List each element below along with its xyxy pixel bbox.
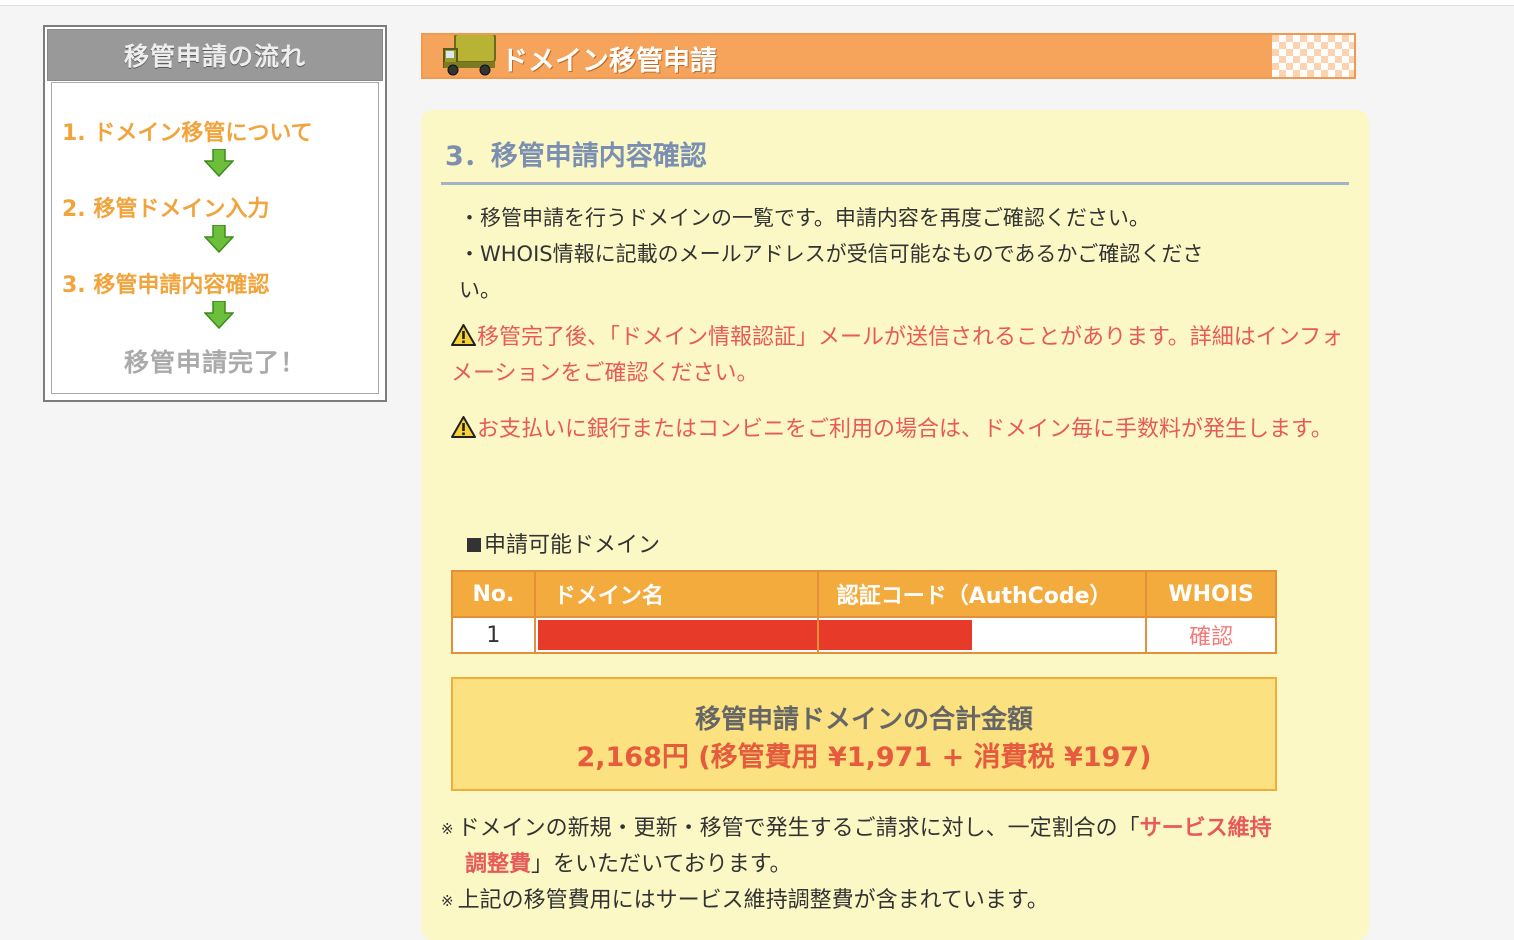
- total-box: 移管申請ドメインの合計金額 2,168円 (移管費用 ¥1,971 + 消費税 …: [451, 677, 1277, 791]
- domain-table: No. ドメイン名 認証コード（AuthCode） WHOIS 1 確認: [451, 570, 1277, 654]
- warning-icon: [451, 324, 476, 346]
- main-panel: 3．移管申請内容確認 ・移管申請を行うドメインの一覧です。申請内容を再度ご確認く…: [421, 110, 1369, 940]
- arrow-down-icon: [204, 149, 234, 177]
- total-amount: 2,168円 (移管費用 ¥1,971 + 消費税 ¥197): [576, 742, 1152, 773]
- note-line: ・移管申請を行うドメインの一覧です。申請内容を再度ご確認ください。: [459, 206, 1150, 230]
- service-fee-link[interactable]: 調整費: [465, 852, 531, 877]
- flow-step-2: 2. 移管ドメイン入力: [62, 197, 270, 222]
- note-line: い。: [459, 278, 501, 302]
- top-divider: [0, 0, 1514, 6]
- redaction-bar: [537, 620, 817, 650]
- footnote-mark: ※: [441, 820, 454, 838]
- page-title: ドメイン移管申請: [501, 46, 717, 77]
- col-whois: WHOIS: [1145, 570, 1277, 618]
- service-fee-link[interactable]: サービス維持: [1140, 816, 1272, 841]
- authcode-cell: [816, 616, 1148, 654]
- table-header-row: No. ドメイン名 認証コード（AuthCode） WHOIS: [451, 570, 1277, 618]
- page-header: ドメイン移管申請: [421, 33, 1356, 79]
- flow-done: 移管申請完了！: [123, 348, 306, 377]
- footnote-line: ※ 上記の移管費用にはサービス維持調整費が含まれています。: [441, 888, 1049, 913]
- section-divider: [441, 182, 1349, 185]
- row-number: 1: [451, 616, 536, 654]
- note-line: ・WHOIS情報に記載のメールアドレスが受信可能なものであるかご確認くださ: [459, 242, 1204, 266]
- footnote-line: ※ ドメインの新規・更新・移管で発生するご請求に対し、一定割合の「サービス維持: [441, 816, 1272, 841]
- warning-icon: [451, 416, 476, 438]
- arrow-down-icon: [204, 225, 234, 253]
- section-title: 3．移管申請内容確認: [445, 141, 707, 172]
- col-no: No.: [451, 570, 536, 618]
- warning-text: お支払いに銀行またはコンビニをご利用の場合は、ドメイン毎に手数料が発生します。: [477, 417, 1333, 442]
- table-row: 1 確認: [451, 616, 1277, 654]
- whois-confirm-link[interactable]: 確認: [1189, 625, 1233, 650]
- warning-message: 移管完了後、「ドメイン情報認証」メールが送信されることがあります。詳細はインフォ…: [451, 320, 1351, 392]
- truck-icon: [443, 35, 496, 76]
- warning-text: 移管完了後、「ドメイン情報認証」メールが送信されることがあります。詳細はインフォ…: [451, 325, 1344, 386]
- arrow-down-icon: [204, 301, 234, 329]
- col-domain: ドメイン名: [533, 570, 819, 618]
- redaction-bar: [818, 620, 972, 650]
- checker-pattern: [1272, 35, 1354, 77]
- total-label: 移管申請ドメインの合計金額: [694, 705, 1033, 735]
- flow-title: 移管申請の流れ: [47, 29, 383, 81]
- square-bullet-icon: [467, 538, 481, 552]
- footnote-line: 調整費」をいただいております。: [465, 852, 792, 877]
- whois-cell: 確認: [1145, 616, 1277, 654]
- footnote-mark: ※: [441, 892, 454, 910]
- flow-step-1: 1. ドメイン移管について: [62, 121, 313, 146]
- domain-name-cell: [533, 616, 819, 654]
- flow-sidebar: 移管申請の流れ 1. ドメイン移管について 2. 移管ドメイン入力 3. 移管申…: [43, 25, 387, 402]
- col-authcode: 認証コード（AuthCode）: [816, 570, 1148, 618]
- available-domains-label: 申請可能ドメイン: [467, 527, 660, 559]
- flow-steps: 1. ドメイン移管について 2. 移管ドメイン入力 3. 移管申請内容確認 移管…: [51, 82, 379, 394]
- warning-message: お支払いに銀行またはコンビニをご利用の場合は、ドメイン毎に手数料が発生します。: [451, 412, 1351, 448]
- flow-step-3: 3. 移管申請内容確認: [62, 273, 270, 298]
